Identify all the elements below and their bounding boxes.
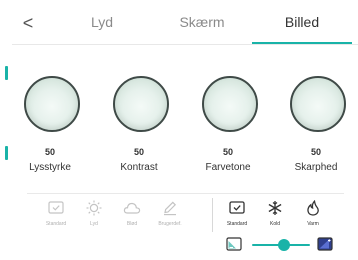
mode-blod[interactable]: Blød xyxy=(112,200,152,227)
tab-skaerm[interactable]: Skærm xyxy=(172,14,232,30)
presets-divider xyxy=(27,193,344,194)
snowflake-icon xyxy=(268,201,282,215)
brightness-knob[interactable] xyxy=(24,76,80,132)
tab-lyd[interactable]: Lyd xyxy=(82,14,122,30)
slider-thumb[interactable] xyxy=(277,239,290,251)
mode-lyd-label: Lyd xyxy=(90,221,98,227)
flame-icon xyxy=(307,200,319,216)
image-max-icon[interactable] xyxy=(317,237,333,251)
window-edge-accent-bottom xyxy=(5,146,8,160)
temp-warm-label: Varm xyxy=(307,221,319,227)
mode-lyd[interactable]: Lyd xyxy=(74,200,114,227)
temp-warm[interactable]: Varm xyxy=(293,200,333,227)
brightness-label: Lysstyrke xyxy=(29,162,71,173)
mode-custom-label: Brugerdef. xyxy=(158,221,182,227)
pencil-icon xyxy=(164,201,177,216)
active-tab-indicator xyxy=(252,42,352,44)
contrast-label: Kontrast xyxy=(120,162,158,173)
hue-label: Farvetone xyxy=(205,162,251,173)
picture-settings-panel: < Lyd Skærm Billed 50 Lysstyrke 50 Kontr… xyxy=(12,0,358,260)
window-edge-accent-top xyxy=(5,66,8,80)
mode-standard[interactable]: Standard xyxy=(36,200,76,227)
monitor-check-icon xyxy=(229,201,245,214)
cloud-icon xyxy=(123,202,141,214)
sun-icon xyxy=(86,200,102,216)
sharpness-label: Skarphed xyxy=(294,162,338,173)
contrast-value: 50 xyxy=(133,147,144,157)
temp-cold-label: Kold xyxy=(269,221,280,227)
mode-blod-label: Blød xyxy=(126,221,138,227)
temp-standard-label: Standard xyxy=(226,221,248,227)
tab-billed[interactable]: Billed xyxy=(272,14,332,30)
contrast-knob[interactable] xyxy=(113,76,169,132)
hue-knob[interactable] xyxy=(202,76,258,132)
sharpness-value: 50 xyxy=(310,147,321,157)
monitor-check-icon xyxy=(48,201,64,214)
brightness-value: 50 xyxy=(44,147,55,157)
sharpness-knob[interactable] xyxy=(290,76,346,132)
temp-standard[interactable]: Standard xyxy=(217,200,257,227)
mode-custom[interactable]: Brugerdef. xyxy=(150,200,190,227)
temp-cold[interactable]: Kold xyxy=(255,200,295,227)
mode-standard-label: Standard xyxy=(45,221,67,227)
back-button[interactable]: < xyxy=(18,12,38,34)
hue-value: 50 xyxy=(222,147,233,157)
settings-header: < Lyd Skærm Billed xyxy=(12,0,358,46)
header-divider xyxy=(12,44,358,45)
image-min-icon[interactable] xyxy=(226,237,242,251)
presets-separator xyxy=(212,198,213,232)
